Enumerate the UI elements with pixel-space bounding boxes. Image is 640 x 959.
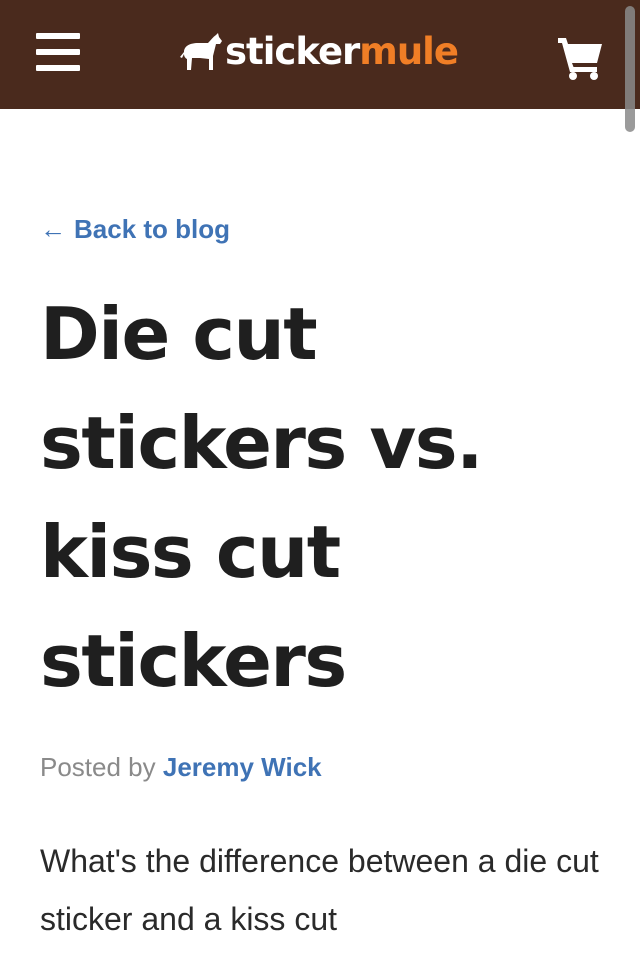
shopping-cart-icon[interactable] [556, 36, 604, 80]
back-to-blog-link[interactable]: ← Back to blog [40, 210, 230, 248]
hamburger-menu-icon[interactable] [36, 33, 80, 73]
menu-bar [36, 65, 80, 71]
logo-sticker-text: sticker [225, 30, 360, 73]
article-intro: What's the difference between a die cut … [40, 843, 599, 937]
cart-graphic [558, 38, 602, 80]
byline: Posted by Jeremy Wick [40, 748, 322, 786]
author-link[interactable]: Jeremy Wick [163, 752, 322, 782]
posted-by-label: Posted by [40, 752, 156, 782]
menu-bar [36, 49, 80, 55]
article-title: Die cut stickers vs. kiss cut stickers [40, 292, 483, 703]
menu-bar [36, 33, 80, 39]
mule-logo-icon [180, 33, 222, 70]
back-to-blog-label: Back to blog [74, 214, 231, 244]
site-header: stickermule [0, 0, 640, 109]
scrollbar-thumb[interactable] [625, 6, 635, 132]
logo-wordmark: stickermule [225, 26, 459, 78]
logo-mule-text: mule [359, 30, 459, 73]
stickermule-logo[interactable]: stickermule [178, 26, 459, 78]
back-arrow-icon: ← [40, 214, 66, 244]
